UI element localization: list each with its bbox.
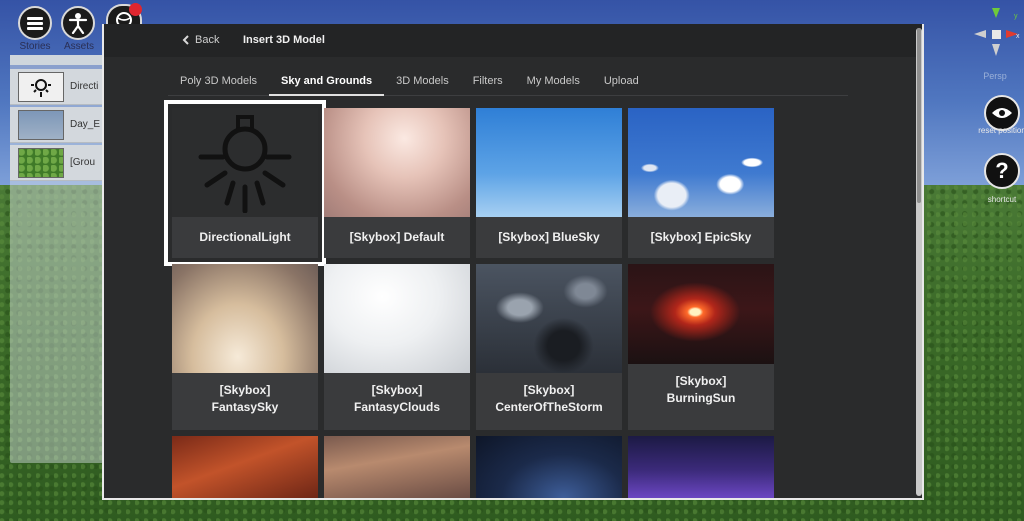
person-icon xyxy=(68,13,88,34)
skybox-fantasysky-thumbnail xyxy=(172,264,318,373)
asset-card-title-line1: [Skybox] xyxy=(675,374,727,388)
outliner-header xyxy=(10,55,110,65)
scrollbar[interactable] xyxy=(916,28,922,496)
reset-position-label: reset position xyxy=(978,126,1024,135)
perspective-label[interactable]: Persp xyxy=(975,71,1015,81)
assets-button[interactable] xyxy=(61,6,95,40)
svg-text:y: y xyxy=(1014,13,1018,20)
skybox-thumbnail xyxy=(324,436,470,498)
asset-card-title-line2: CenterOfTheStorm xyxy=(495,400,603,414)
asset-card-title: [Skybox] EpicSky xyxy=(650,230,752,244)
question-icon: ? xyxy=(995,158,1009,183)
back-button[interactable]: Back xyxy=(182,34,219,46)
skybox-centerofthestorm-thumbnail xyxy=(476,264,622,373)
shortcut-button[interactable]: ? xyxy=(984,153,1020,189)
outliner-item-label: Day_E xyxy=(70,119,101,130)
assets-label: Assets xyxy=(63,41,94,52)
dialog-title: Insert 3D Model xyxy=(243,34,325,46)
notification-badge xyxy=(129,3,142,16)
axis-gizmo[interactable]: y x xyxy=(970,4,1022,64)
lightbulb-icon xyxy=(172,108,318,217)
category-tabs: Poly 3D Models Sky and Grounds 3D Models… xyxy=(168,72,848,96)
asset-card-row3-2[interactable] xyxy=(324,436,470,498)
outliner-item-ground[interactable]: [Grou xyxy=(10,145,110,181)
skybox-bluesky-thumbnail xyxy=(476,108,622,217)
asset-card-title-line2: FantasyClouds xyxy=(353,400,440,414)
asset-card-title-line2: FantasySky xyxy=(211,400,279,414)
tab-poly-3d-models[interactable]: Poly 3D Models xyxy=(168,72,269,96)
outliner-panel: Directi Day_E [Grou xyxy=(10,55,110,463)
sky-thumbnail xyxy=(18,109,64,140)
asset-card-skybox-fantasyclouds[interactable]: [Skybox] FantasyClouds xyxy=(324,264,470,430)
tab-sky-and-grounds[interactable]: Sky and Grounds xyxy=(269,72,385,96)
asset-card-title-line1: [Skybox] xyxy=(523,383,575,397)
stories-button[interactable] xyxy=(18,6,52,40)
asset-card-title: [Skybox] Default xyxy=(349,230,445,244)
stories-label: Stories xyxy=(19,41,51,52)
skybox-burningsun-thumbnail xyxy=(628,264,774,364)
insert-model-dialog: Back Insert 3D Model Poly 3D Models Sky … xyxy=(102,24,924,500)
svg-text:x: x xyxy=(1016,33,1020,40)
bulb-icon xyxy=(18,71,64,102)
asset-card-row3-3[interactable] xyxy=(476,436,622,498)
tab-upload[interactable]: Upload xyxy=(592,72,651,96)
chevron-left-icon xyxy=(182,35,189,45)
asset-card-row3-4[interactable] xyxy=(628,436,774,498)
tab-my-models[interactable]: My Models xyxy=(515,72,592,96)
skybox-thumbnail xyxy=(476,436,622,498)
asset-card-skybox-fantasysky[interactable]: [Skybox] FantasySky xyxy=(172,264,318,430)
skybox-thumbnail xyxy=(628,436,774,498)
asset-card-skybox-bluesky[interactable]: [Skybox] BlueSky xyxy=(476,108,622,258)
skybox-fantasyclouds-thumbnail xyxy=(324,264,470,373)
asset-card-title-line1: [Skybox] xyxy=(219,383,271,397)
asset-card-title: DirectionalLight xyxy=(199,230,291,244)
skybox-thumbnail xyxy=(172,436,318,498)
asset-card-row3-1[interactable] xyxy=(172,436,318,498)
back-label: Back xyxy=(195,34,220,46)
eye-icon xyxy=(992,108,1012,118)
outliner-item-label: Directi xyxy=(70,81,99,92)
skybox-default-thumbnail xyxy=(324,108,470,217)
dialog-header: Back Insert 3D Model xyxy=(104,24,922,57)
asset-card-title: [Skybox] BlueSky xyxy=(498,230,600,244)
outliner-item-day-sky[interactable]: Day_E xyxy=(10,107,110,143)
outliner-item-directional-light[interactable]: Directi xyxy=(10,69,110,105)
asset-card-title-line2: BurningSun xyxy=(666,391,736,405)
asset-card-skybox-burningsun[interactable]: [Skybox] BurningSun xyxy=(628,264,774,430)
scrollbar-thumb[interactable] xyxy=(917,28,921,203)
menu-icon xyxy=(27,15,43,32)
asset-card-title-line1: [Skybox] xyxy=(371,383,423,397)
tab-filters[interactable]: Filters xyxy=(461,72,515,96)
outliner-item-label: [Grou xyxy=(70,157,96,168)
tab-3d-models[interactable]: 3D Models xyxy=(384,72,461,96)
asset-card-skybox-centerofthestorm[interactable]: [Skybox] CenterOfTheStorm xyxy=(476,264,622,430)
asset-card-skybox-default[interactable]: [Skybox] Default xyxy=(324,108,470,258)
grass-thumbnail xyxy=(18,147,64,178)
asset-card-skybox-epicsky[interactable]: [Skybox] EpicSky xyxy=(628,108,774,258)
shortcut-label: shortcut xyxy=(987,195,1017,204)
asset-card-directional-light[interactable]: DirectionalLight xyxy=(164,100,326,266)
skybox-epicsky-thumbnail xyxy=(628,108,774,217)
